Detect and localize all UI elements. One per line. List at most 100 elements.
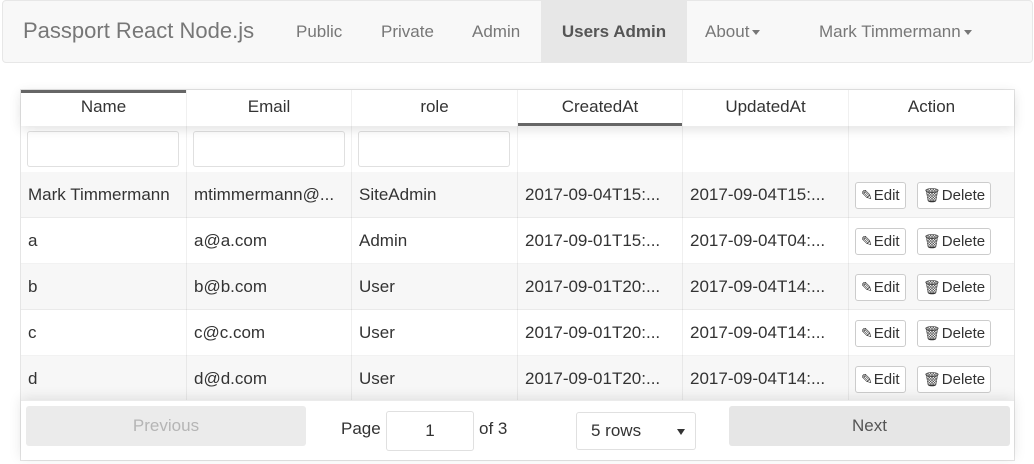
nav-admin[interactable]: Admin — [472, 1, 520, 62]
trash-icon: 🗑 — [923, 372, 941, 388]
edit-button[interactable]: ✎Edit — [855, 366, 906, 393]
nav-private[interactable]: Private — [381, 1, 434, 62]
cell-updated: 2017-09-04T14:... — [683, 356, 849, 402]
cell-email: b@b.com — [187, 264, 352, 310]
cell-updated: 2017-09-04T15:... — [683, 172, 849, 218]
brand-link[interactable]: Passport React Node.js — [23, 18, 254, 44]
page-input[interactable]: 1 — [386, 411, 474, 451]
edit-label: Edit — [873, 233, 900, 250]
navbar: Passport React Node.js Public Private Ad… — [2, 0, 1033, 63]
cell-created: 2017-09-04T15:... — [518, 172, 683, 218]
delete-label: Delete — [941, 325, 986, 342]
header-email[interactable]: Email — [187, 90, 352, 126]
delete-label: Delete — [941, 233, 986, 250]
chevron-down-icon — [963, 30, 972, 36]
edit-label: Edit — [873, 371, 900, 388]
edit-button[interactable]: ✎Edit — [855, 274, 906, 301]
email-filter-input[interactable] — [193, 131, 345, 167]
cell-updated: 2017-09-04T14:... — [683, 264, 849, 310]
nav-public[interactable]: Public — [296, 1, 342, 62]
delete-button[interactable]: 🗑Delete — [917, 228, 992, 255]
cell-name: b — [21, 264, 187, 310]
filter-cell-action — [849, 126, 1014, 172]
trash-icon: 🗑 — [923, 326, 941, 342]
name-filter-input[interactable] — [27, 131, 179, 167]
cell-email: d@d.com — [187, 356, 352, 402]
users-table: Name Email role CreatedAt UpdatedAt Acti… — [20, 89, 1015, 461]
table-header: Name Email role CreatedAt UpdatedAt Acti… — [21, 90, 1014, 126]
header-role[interactable]: role — [352, 90, 518, 126]
delete-label: Delete — [941, 279, 986, 296]
table-row: b b@b.com User 2017-09-01T20:... 2017-09-04T… — [21, 264, 1014, 310]
header-updated-at[interactable]: UpdatedAt — [683, 90, 849, 126]
rows-per-page-select[interactable]: 5 rows — [576, 412, 696, 450]
filter-cell-role — [352, 126, 518, 172]
filter-row — [21, 126, 1014, 172]
cell-name: Mark Timmermann — [21, 172, 187, 218]
filter-cell-created — [518, 126, 683, 172]
table-row: d d@d.com User 2017-09-01T20:... 2017-09-04T… — [21, 356, 1014, 402]
cell-email: c@c.com — [187, 310, 352, 356]
cell-role: User — [352, 310, 518, 356]
cell-action: ✎Edit 🗑Delete — [849, 356, 1014, 402]
cell-email: a@a.com — [187, 218, 352, 264]
select-arrow-icon — [677, 429, 685, 435]
cell-name: a — [21, 218, 187, 264]
cell-action: ✎Edit 🗑Delete — [849, 310, 1014, 356]
page-total: of 3 — [479, 419, 508, 438]
previous-button[interactable]: Previous — [26, 406, 306, 446]
cell-role: User — [352, 264, 518, 310]
cell-updated: 2017-09-04T04:... — [683, 218, 849, 264]
pagination: Previous Page 1 of 3 5 rows Next — [21, 400, 1014, 460]
pencil-icon: ✎ — [861, 371, 873, 387]
nav-user-dropdown[interactable]: Mark Timmermann — [819, 1, 972, 62]
cell-role: User — [352, 356, 518, 402]
page-label: Page — [341, 419, 381, 438]
table-row: c c@c.com User 2017-09-01T20:... 2017-09-04T… — [21, 310, 1014, 356]
filter-cell-updated — [683, 126, 849, 172]
chevron-down-icon — [752, 30, 761, 36]
edit-label: Edit — [873, 279, 900, 296]
cell-email: mtimmermann@... — [187, 172, 352, 218]
delete-button[interactable]: 🗑Delete — [917, 366, 992, 393]
delete-button[interactable]: 🗑Delete — [917, 274, 992, 301]
table-row: Mark Timmermann mtimmermann@... SiteAdmin 2… — [21, 172, 1014, 218]
cell-created: 2017-09-01T20:... — [518, 264, 683, 310]
edit-button[interactable]: ✎Edit — [855, 228, 906, 255]
nav-users-admin[interactable]: Users Admin — [541, 1, 687, 62]
cell-action: ✎Edit 🗑Delete — [849, 264, 1014, 310]
cell-updated: 2017-09-04T14:... — [683, 310, 849, 356]
cell-created: 2017-09-01T15:... — [518, 218, 683, 264]
header-created-at[interactable]: CreatedAt — [518, 90, 683, 126]
rows-per-page-value: 5 rows — [591, 421, 642, 440]
cell-created: 2017-09-01T20:... — [518, 310, 683, 356]
header-name[interactable]: Name — [21, 90, 187, 126]
nav-about-label: About — [705, 22, 750, 41]
cell-name: c — [21, 310, 187, 356]
role-filter-input[interactable] — [358, 131, 510, 167]
nav-about-dropdown[interactable]: About — [705, 1, 761, 62]
table-row: a a@a.com Admin 2017-09-01T15:... 2017-09-04… — [21, 218, 1014, 264]
trash-icon: 🗑 — [923, 280, 941, 296]
cell-name: d — [21, 356, 187, 402]
pencil-icon: ✎ — [861, 325, 873, 341]
trash-icon: 🗑 — [923, 234, 941, 250]
filter-cell-email — [187, 126, 352, 172]
cell-role: Admin — [352, 218, 518, 264]
delete-label: Delete — [941, 187, 986, 204]
cell-action: ✎Edit 🗑Delete — [849, 218, 1014, 264]
trash-icon: 🗑 — [923, 188, 941, 204]
edit-label: Edit — [873, 187, 900, 204]
delete-button[interactable]: 🗑Delete — [917, 182, 992, 209]
delete-label: Delete — [941, 371, 986, 388]
delete-button[interactable]: 🗑Delete — [917, 320, 992, 347]
cell-role: SiteAdmin — [352, 172, 518, 218]
pencil-icon: ✎ — [861, 187, 873, 203]
edit-button[interactable]: ✎Edit — [855, 320, 906, 347]
header-action: Action — [907, 97, 956, 116]
next-button[interactable]: Next — [729, 406, 1010, 446]
cell-action: ✎Edit 🗑Delete — [849, 172, 1014, 218]
pencil-icon: ✎ — [861, 279, 873, 295]
cell-created: 2017-09-01T20:... — [518, 356, 683, 402]
edit-button[interactable]: ✎Edit — [855, 182, 906, 209]
